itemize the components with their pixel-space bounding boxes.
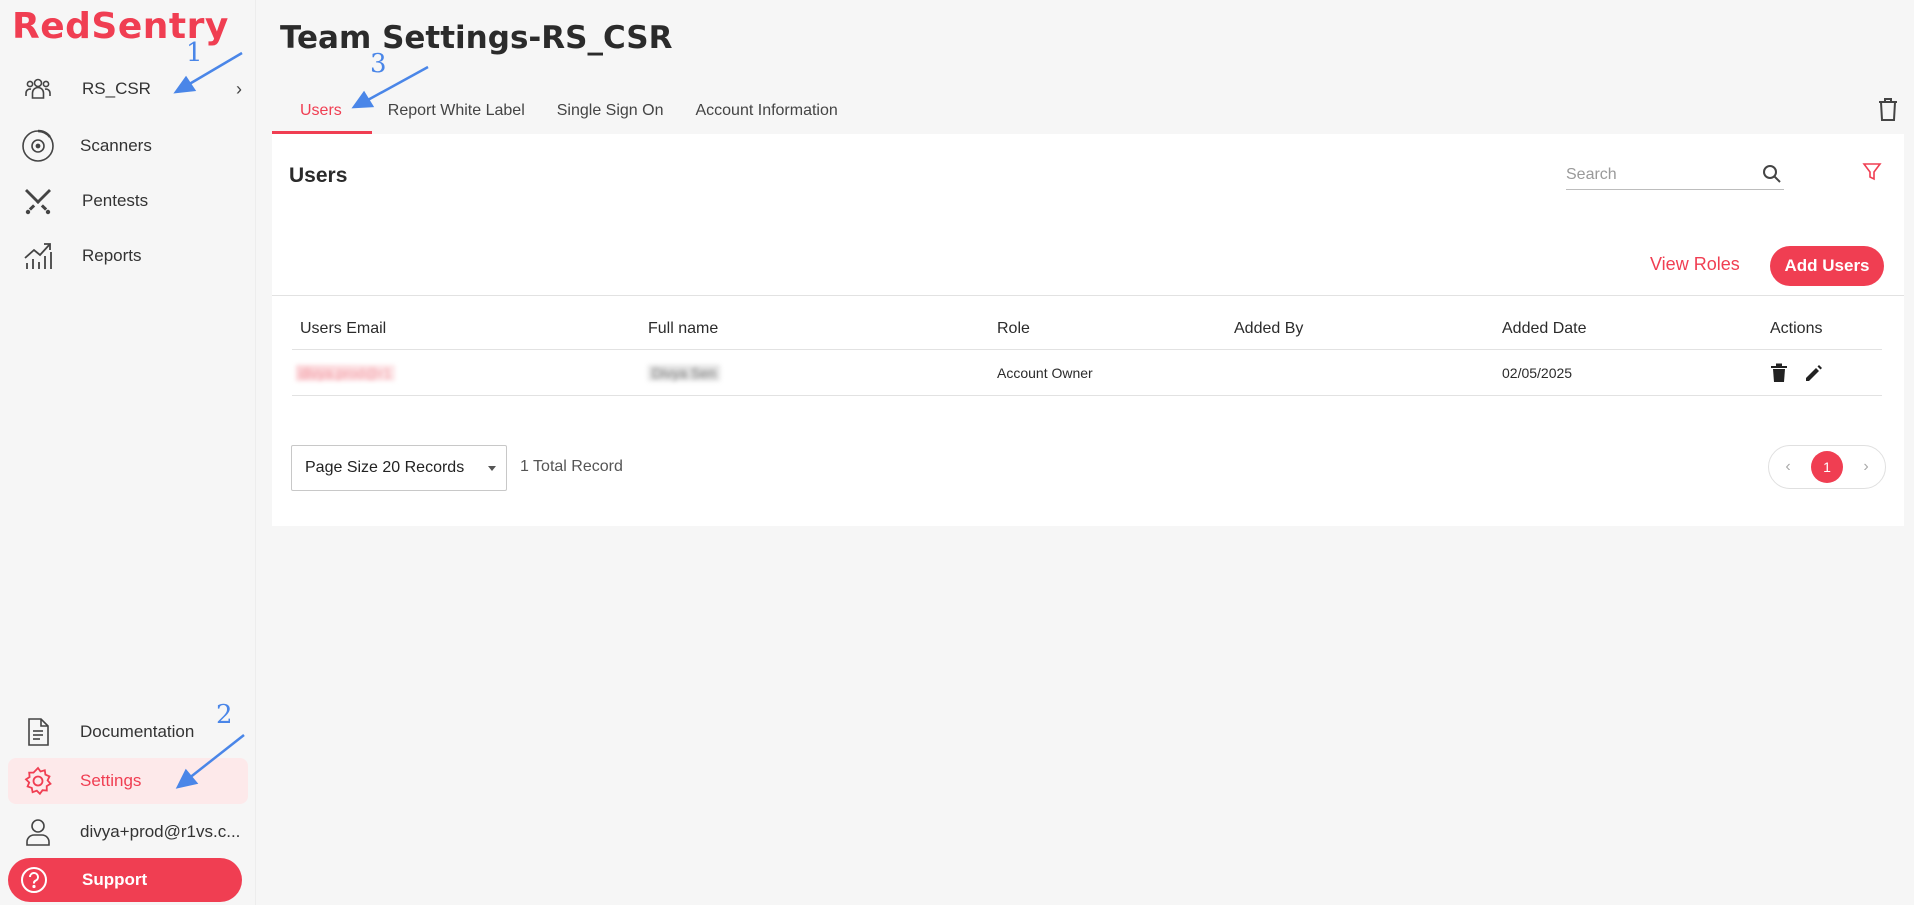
cell-email[interactable]: divya.prod@r1 — [296, 350, 396, 396]
view-roles-link[interactable]: View Roles — [1650, 254, 1740, 275]
sidebar-item-label: Pentests — [82, 191, 149, 210]
sidebar-item-label: Reports — [82, 246, 142, 265]
crossed-swords-icon — [20, 183, 56, 219]
team-icon — [20, 71, 56, 107]
settings-tabs: Users Report White Label Single Sign On … — [272, 92, 854, 134]
table-header: Users Email Full name Role Added By Adde… — [292, 308, 1882, 350]
user-full-name: Divya Sen — [648, 365, 720, 381]
sidebar-item-label: divya+prod@r1vs.c... — [80, 822, 241, 841]
sidebar-item-label: Scanners — [80, 136, 152, 155]
support-label: Support — [82, 870, 148, 889]
page-title: Team Settings-RS_CSR — [280, 20, 673, 56]
filter-icon[interactable] — [1862, 162, 1882, 187]
page-number-button[interactable]: 1 — [1811, 451, 1843, 483]
tab-users[interactable]: Users — [272, 92, 372, 134]
chevron-left-icon[interactable]: ‹ — [1779, 458, 1797, 476]
sidebar-item-pentests[interactable]: Pentests — [8, 178, 248, 224]
users-table: Users Email Full name Role Added By Adde… — [292, 308, 1882, 396]
total-records: 1 Total Record — [520, 458, 623, 475]
sidebar: RedSentry RS_CSR › Scanners Pentests Rep… — [0, 0, 256, 905]
gear-icon — [20, 763, 56, 799]
users-panel: Users View Roles Add Users Users Email F… — [272, 134, 1904, 526]
annotation-number-1: 1 — [186, 38, 203, 68]
pagination: ‹ 1 › — [1768, 445, 1886, 489]
delete-user-icon[interactable] — [1770, 363, 1788, 383]
sidebar-team-label: RS_CSR — [82, 79, 151, 98]
chevron-right-icon: › — [236, 78, 242, 99]
annotation-number-3: 3 — [370, 49, 387, 79]
chevron-right-icon[interactable]: › — [1857, 458, 1875, 476]
delete-team-icon[interactable] — [1876, 96, 1900, 127]
cell-actions — [1770, 350, 1824, 396]
users-section-title: Users — [289, 164, 348, 187]
cell-role: Account Owner — [997, 365, 1093, 381]
column-header-added-date[interactable]: Added Date — [1502, 308, 1587, 350]
cell-added-date: 02/05/2025 — [1502, 365, 1573, 381]
edit-user-icon[interactable] — [1804, 363, 1824, 383]
table-row: divya.prod@r1 Divya Sen Account Owner 02… — [292, 350, 1882, 396]
sidebar-item-label: Documentation — [80, 722, 195, 741]
page-size-label: Page Size 20 Records — [305, 459, 465, 476]
user-icon — [20, 814, 56, 850]
column-header-added-by[interactable]: Added By — [1234, 308, 1303, 350]
search-input[interactable] — [1566, 162, 1746, 188]
add-users-button[interactable]: Add Users — [1770, 246, 1884, 286]
sidebar-item-account[interactable]: divya+prod@r1vs.c... — [8, 809, 248, 855]
sidebar-item-documentation[interactable]: Documentation — [8, 709, 248, 755]
support-button[interactable]: Support — [8, 858, 242, 902]
sidebar-item-label: Settings — [80, 771, 142, 790]
tab-account-information[interactable]: Account Information — [679, 92, 853, 134]
annotation-number-2: 2 — [216, 700, 233, 730]
tab-single-sign-on[interactable]: Single Sign On — [541, 92, 680, 134]
radar-icon — [20, 128, 56, 164]
caret-down-icon — [488, 466, 496, 471]
column-header-actions: Actions — [1770, 320, 1823, 337]
sidebar-item-settings[interactable]: Settings — [8, 758, 248, 804]
sidebar-item-reports[interactable]: Reports — [8, 233, 248, 279]
cell-full-name: Divya Sen — [648, 350, 720, 396]
tab-report-white-label[interactable]: Report White Label — [372, 92, 541, 134]
page-size-select[interactable]: Page Size 20 Records — [291, 445, 507, 491]
user-email: divya.prod@r1 — [296, 365, 396, 381]
help-icon — [18, 864, 50, 896]
column-header-role[interactable]: Role — [997, 308, 1030, 350]
sidebar-item-team[interactable]: RS_CSR › — [8, 66, 248, 112]
sidebar-item-scanners[interactable]: Scanners — [8, 123, 248, 169]
search-icon[interactable] — [1762, 164, 1782, 189]
search-box — [1566, 162, 1784, 190]
column-header-email[interactable]: Users Email — [300, 308, 386, 350]
document-icon — [20, 714, 56, 750]
divider — [272, 295, 1904, 296]
chart-trend-icon — [20, 238, 56, 274]
column-header-full-name[interactable]: Full name — [648, 308, 718, 350]
